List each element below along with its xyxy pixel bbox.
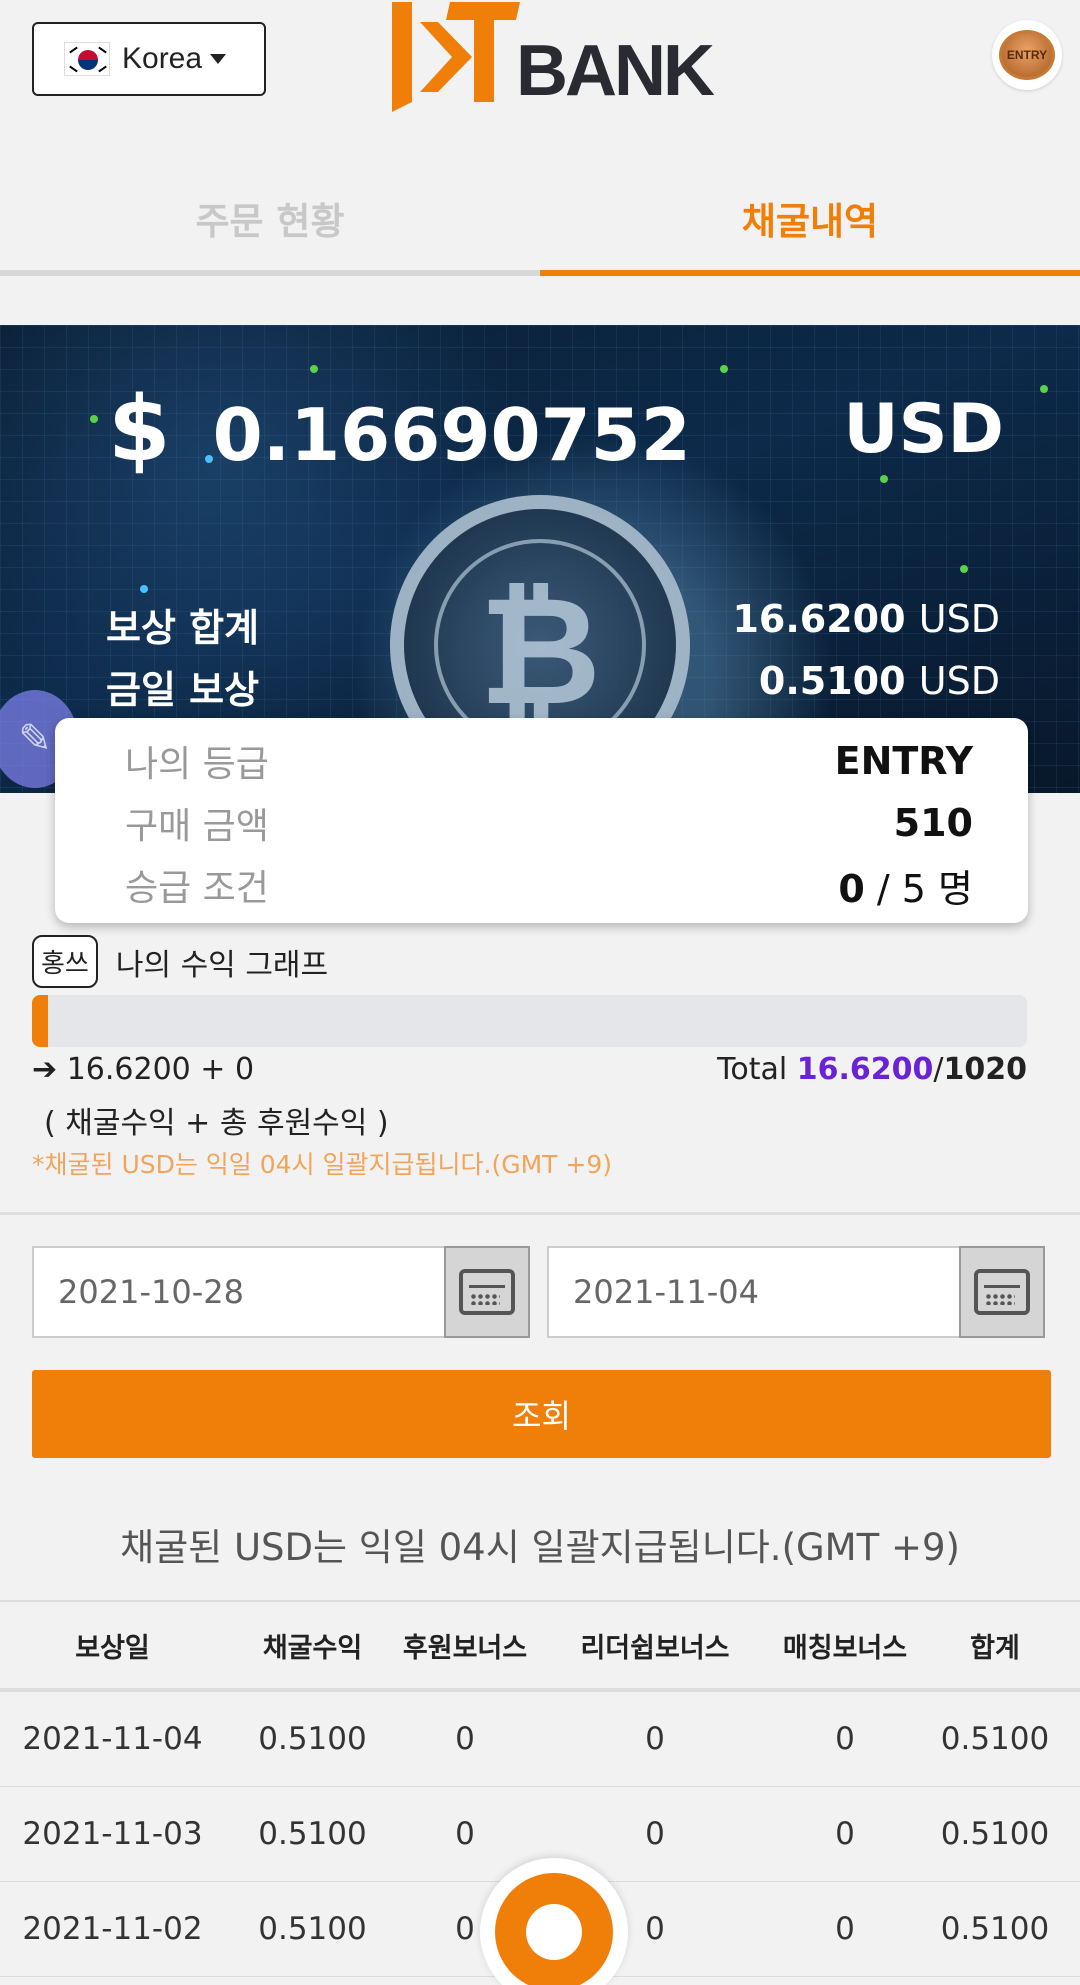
promotion-condition-row: 승급 조건 0 / 5 명 [125, 854, 973, 916]
total-label: Total [717, 1052, 797, 1087]
start-date-calendar-button[interactable] [444, 1246, 530, 1338]
payout-notice: 채굴된 USD는 익일 04시 일괄지급됩니다.(GMT +9) [120, 1526, 960, 1569]
purchase-amount-row: 구매 금액 510 [125, 792, 973, 854]
today-reward-row: 금일 보상 0.5100 USD [106, 659, 1000, 714]
grade-card: 나의 등급 ENTRY 구매 금액 510 승급 조건 0 / 5 명 [55, 718, 1028, 923]
dollar-symbol: $ [108, 377, 171, 482]
table-row: 2021-11-04 0.5100 0 0 0 0.5100 [0, 1692, 1080, 1787]
earnings-formula: 16.6200 + 0 [66, 1052, 255, 1087]
cell-date: 2021-11-04 [22, 1721, 203, 1757]
entry-badge[interactable]: ENTRY [992, 20, 1062, 90]
header: Korea BANK ... ENTRY [0, 0, 1080, 140]
promotion-current: 0 [838, 866, 865, 911]
logo-subtext: ... [450, 98, 574, 120]
earnings-summary: ➔ 16.6200 + 0 Total 16.6200/1020 [32, 1052, 1027, 1087]
cell-total: 0.5100 [940, 1911, 1050, 1947]
cell-matching: 0 [835, 1816, 855, 1852]
promotion-separator: / [864, 866, 902, 911]
cell-total: 0.5100 [940, 1816, 1050, 1852]
header-sponsor-bonus: 후원보너스 [402, 1632, 528, 1664]
end-date-group: 2021-11-04 [547, 1246, 1045, 1338]
home-circle-icon [495, 1873, 613, 1985]
cell-mining: 0.5100 [258, 1721, 367, 1757]
formula-description: ( 채굴수익 + 총 후원수익 ) [44, 1106, 389, 1141]
promotion-condition-label: 승급 조건 [125, 868, 269, 909]
cell-date: 2021-11-02 [22, 1911, 203, 1947]
search-button[interactable]: 조회 [32, 1370, 1051, 1458]
today-reward-label: 금일 보상 [106, 668, 260, 712]
calendar-icon [459, 1269, 515, 1315]
cell-mining: 0.5100 [258, 1911, 367, 1947]
current-mining-amount: $ 0.16690752 [108, 377, 691, 482]
arrow-right-icon: ➔ [32, 1052, 58, 1087]
header-matching-bonus: 매칭보너스 [782, 1632, 908, 1664]
graph-tag: 홍쓰 [32, 935, 98, 988]
amount-value: 0.16690752 [212, 393, 691, 477]
total-reward-label: 보상 합계 [106, 606, 260, 650]
cell-sponsor: 0 [455, 1721, 475, 1757]
entry-badge-icon: ENTRY [999, 30, 1055, 80]
country-selector[interactable]: Korea [32, 22, 266, 96]
amount-currency: USD [843, 390, 1004, 469]
today-reward-unit: USD [918, 659, 1000, 703]
purchase-amount-value: 510 [893, 801, 973, 845]
total-reward-row: 보상 합계 16.6200 USD [106, 597, 1000, 652]
earnings-progress-bar [32, 995, 1027, 1047]
cell-total: 0.5100 [940, 1721, 1050, 1757]
korea-flag-icon [64, 42, 110, 76]
grade-value: ENTRY [834, 739, 973, 783]
total-reward-value: 16.6200 [732, 597, 906, 641]
header-leadership-bonus: 리더쉽보너스 [580, 1632, 730, 1664]
cell-sponsor: 0 [455, 1816, 475, 1852]
tab-order-status[interactable]: 주문 현황 [0, 180, 540, 276]
start-date-group: 2021-10-28 [32, 1246, 530, 1338]
table-header: 보상일 채굴수익 후원보너스 리더쉽보너스 매칭보너스 합계 [0, 1600, 1080, 1692]
total-current: 16.6200 [796, 1052, 934, 1087]
tab-mining-history[interactable]: 채굴내역 [540, 180, 1080, 276]
start-date-input[interactable]: 2021-10-28 [32, 1246, 444, 1338]
country-label: Korea [122, 42, 203, 75]
graph-header: 홍쓰 나의 수익 그래프 [32, 935, 328, 988]
total-target: 1020 [943, 1052, 1028, 1087]
total-separator: / [933, 1052, 944, 1087]
cell-matching: 0 [835, 1911, 855, 1947]
cell-leadership: 0 [645, 1816, 665, 1852]
caret-down-icon [210, 54, 227, 64]
cell-mining: 0.5100 [258, 1816, 367, 1852]
payout-note: *채굴된 USD는 익일 04시 일괄지급됩니다.(GMT +9) [32, 1150, 612, 1179]
tab-bar: 주문 현황 채굴내역 [0, 180, 1080, 276]
graph-title: 나의 수익 그래프 [115, 947, 329, 983]
purchase-amount-label: 구매 금액 [125, 806, 269, 847]
cell-date: 2021-11-03 [22, 1816, 203, 1852]
end-date-input[interactable]: 2021-11-04 [547, 1246, 959, 1338]
calendar-icon [974, 1269, 1030, 1315]
grade-row: 나의 등급 ENTRY [125, 730, 973, 792]
total-reward-unit: USD [918, 597, 1000, 641]
header-reward-date: 보상일 [75, 1632, 150, 1664]
end-date-calendar-button[interactable] [959, 1246, 1045, 1338]
grade-label: 나의 등급 [125, 744, 269, 785]
earnings-progress-fill [32, 995, 48, 1047]
cell-matching: 0 [835, 1721, 855, 1757]
promotion-target: 5 명 [901, 866, 973, 911]
today-reward-value: 0.5100 [758, 659, 906, 703]
section-divider [0, 1212, 1080, 1215]
header-total: 합계 [970, 1632, 1020, 1664]
bank-logo[interactable]: BANK ... [390, 2, 715, 120]
cell-leadership: 0 [645, 1721, 665, 1757]
header-mining-income: 채굴수익 [262, 1632, 363, 1664]
